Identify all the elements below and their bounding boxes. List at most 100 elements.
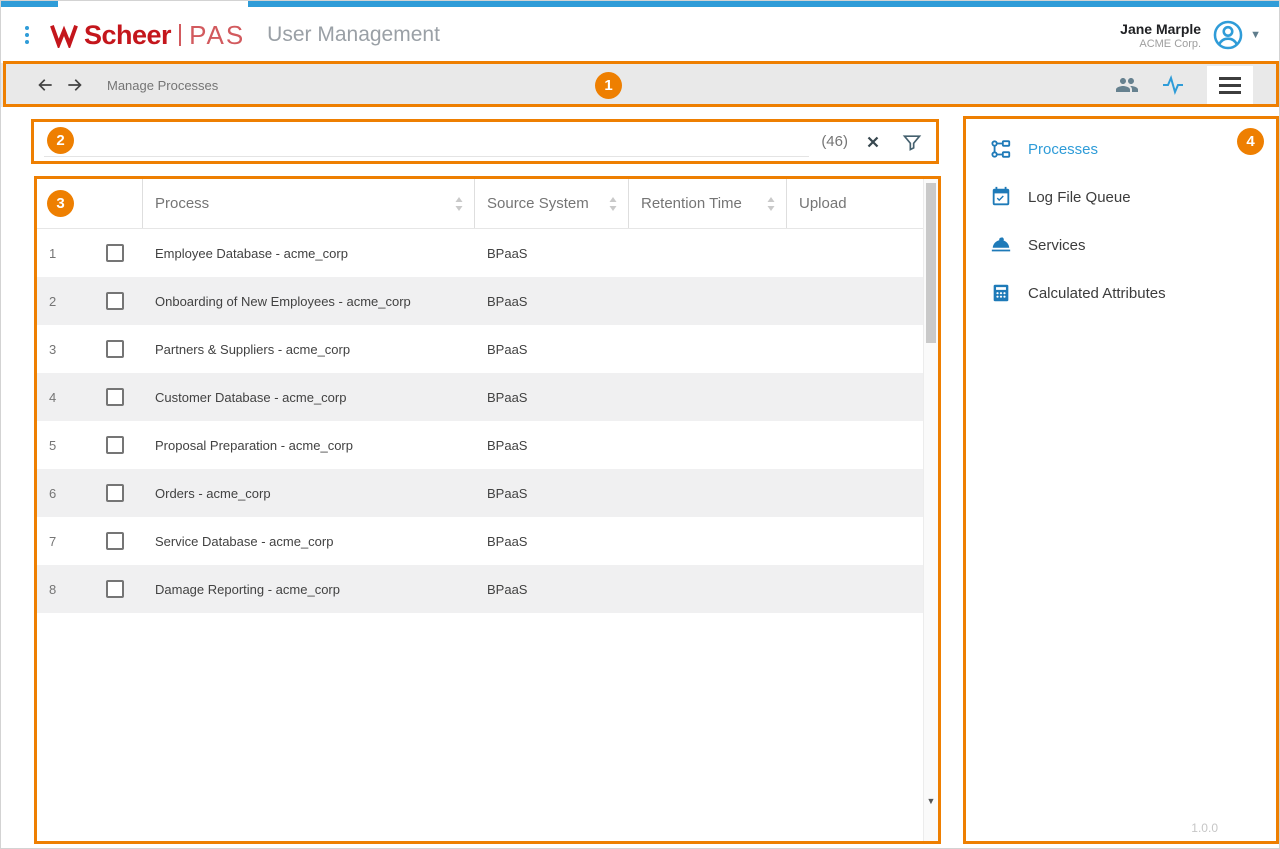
row-checkbox[interactable]: [106, 292, 124, 310]
checkbox-cell: [87, 388, 143, 406]
row-index: 7: [37, 534, 87, 549]
row-checkbox[interactable]: [106, 436, 124, 454]
kebab-menu-icon[interactable]: [19, 20, 35, 50]
cell-source-system: BPaaS: [475, 390, 629, 405]
checkbox-cell: [87, 340, 143, 358]
sidebar-item-processes[interactable]: Processes: [966, 125, 1276, 173]
logo-divider: [179, 24, 181, 46]
result-count: (46): [821, 133, 848, 150]
table-row[interactable]: 3 Partners & Suppliers - acme_corp BPaaS: [37, 325, 923, 373]
cell-process: Service Database - acme_corp: [143, 534, 475, 549]
screen: Scheer PAS User Management Jane Marple A…: [0, 0, 1280, 849]
clear-filter-icon[interactable]: [864, 133, 882, 151]
row-checkbox[interactable]: [106, 484, 124, 502]
filter-funnel-icon[interactable]: [902, 132, 922, 152]
table-row[interactable]: 8 Damage Reporting - acme_corp BPaaS: [37, 565, 923, 613]
row-checkbox[interactable]: [106, 580, 124, 598]
user-organization: ACME Corp.: [1120, 38, 1201, 50]
table-header: Process Source System Retention Time Upl…: [37, 179, 923, 229]
forward-arrow-icon[interactable]: [65, 75, 85, 95]
row-checkbox[interactable]: [106, 340, 124, 358]
row-checkbox[interactable]: [106, 388, 124, 406]
table-row[interactable]: 6 Orders - acme_corp BPaaS: [37, 469, 923, 517]
scrollbar-thumb[interactable]: [926, 183, 936, 343]
brand-logo: Scheer PAS: [49, 20, 245, 51]
table-row[interactable]: 1 Employee Database - acme_corp BPaaS: [37, 229, 923, 277]
col-upload[interactable]: Upload: [787, 179, 923, 228]
callout-badge-1: 1: [595, 72, 622, 99]
version-label: 1.0.0: [1191, 821, 1218, 835]
col-source-system[interactable]: Source System: [475, 179, 629, 228]
page-title: User Management: [267, 23, 440, 47]
hamburger-menu-button[interactable]: [1207, 66, 1253, 104]
vertical-scrollbar[interactable]: ▼: [923, 179, 938, 841]
callout-badge-4: 4: [1237, 128, 1264, 155]
row-index: 8: [37, 582, 87, 597]
calculator-icon: [990, 282, 1012, 304]
caret-down-icon[interactable]: ▼: [1250, 29, 1261, 41]
user-name: Jane Marple: [1120, 21, 1201, 38]
row-index: 2: [37, 294, 87, 309]
checkbox-cell: [87, 532, 143, 550]
callout-badge-3: 3: [47, 190, 74, 217]
breadcrumb: Manage Processes: [107, 78, 218, 93]
filter-input[interactable]: [44, 127, 809, 157]
app-header: Scheer PAS User Management Jane Marple A…: [1, 7, 1279, 63]
col-checkbox: [87, 179, 143, 228]
scroll-down-icon[interactable]: ▼: [924, 793, 938, 809]
col-retention-time[interactable]: Retention Time: [629, 179, 787, 228]
sidebar-item-calculated-attributes[interactable]: Calculated Attributes: [966, 269, 1276, 317]
scheer-logo-icon: [49, 22, 79, 48]
cell-process: Damage Reporting - acme_corp: [143, 582, 475, 597]
workflow-icon: [990, 138, 1012, 160]
service-dome-icon: [990, 234, 1012, 256]
cell-source-system: BPaaS: [475, 582, 629, 597]
col-source-label: Source System: [487, 195, 589, 212]
back-arrow-icon[interactable]: [35, 75, 55, 95]
cell-process: Customer Database - acme_corp: [143, 390, 475, 405]
users-icon[interactable]: [1115, 73, 1139, 97]
process-table: Process Source System Retention Time Upl…: [34, 176, 941, 844]
cell-process: Employee Database - acme_corp: [143, 246, 475, 261]
cell-process: Partners & Suppliers - acme_corp: [143, 342, 475, 357]
navigation-toolbar: Manage Processes: [1, 63, 1279, 107]
cell-process: Orders - acme_corp: [143, 486, 475, 501]
row-checkbox[interactable]: [106, 532, 124, 550]
sort-icon: [454, 196, 464, 212]
user-info: Jane Marple ACME Corp.: [1120, 21, 1201, 50]
callout-badge-2: 2: [47, 127, 74, 154]
table-row[interactable]: 4 Customer Database - acme_corp BPaaS: [37, 373, 923, 421]
sidebar-item-log-file-queue[interactable]: Log File Queue: [966, 173, 1276, 221]
row-index: 6: [37, 486, 87, 501]
checkbox-cell: [87, 580, 143, 598]
cell-source-system: BPaaS: [475, 294, 629, 309]
checkbox-cell: [87, 292, 143, 310]
sidebar-item-services[interactable]: Services: [966, 221, 1276, 269]
sidebar-item-label: Log File Queue: [1028, 189, 1131, 206]
cell-source-system: BPaaS: [475, 342, 629, 357]
col-upload-label: Upload: [799, 195, 847, 212]
row-index: 4: [37, 390, 87, 405]
sort-icon: [608, 196, 618, 212]
table-row[interactable]: 5 Proposal Preparation - acme_corp BPaaS: [37, 421, 923, 469]
activity-pulse-icon[interactable]: [1161, 73, 1185, 97]
calendar-check-icon: [990, 186, 1012, 208]
sort-icon: [766, 196, 776, 212]
user-menu[interactable]: Jane Marple ACME Corp. ▼: [1120, 18, 1261, 52]
cell-source-system: BPaaS: [475, 246, 629, 261]
right-sidebar: Processes Log File Queue Services Calcul…: [963, 116, 1279, 844]
cell-process: Proposal Preparation - acme_corp: [143, 438, 475, 453]
row-checkbox[interactable]: [106, 244, 124, 262]
cell-source-system: BPaaS: [475, 438, 629, 453]
table-row[interactable]: 7 Service Database - acme_corp BPaaS: [37, 517, 923, 565]
cell-source-system: BPaaS: [475, 534, 629, 549]
cell-process: Onboarding of New Employees - acme_corp: [143, 294, 475, 309]
col-retention-label: Retention Time: [641, 195, 742, 212]
brand-name: Scheer: [84, 20, 171, 51]
filter-panel: (46): [31, 119, 939, 164]
col-process[interactable]: Process: [143, 179, 475, 228]
product-name: PAS: [189, 20, 245, 51]
row-index: 3: [37, 342, 87, 357]
table-row[interactable]: 2 Onboarding of New Employees - acme_cor…: [37, 277, 923, 325]
account-circle-icon[interactable]: [1211, 18, 1245, 52]
